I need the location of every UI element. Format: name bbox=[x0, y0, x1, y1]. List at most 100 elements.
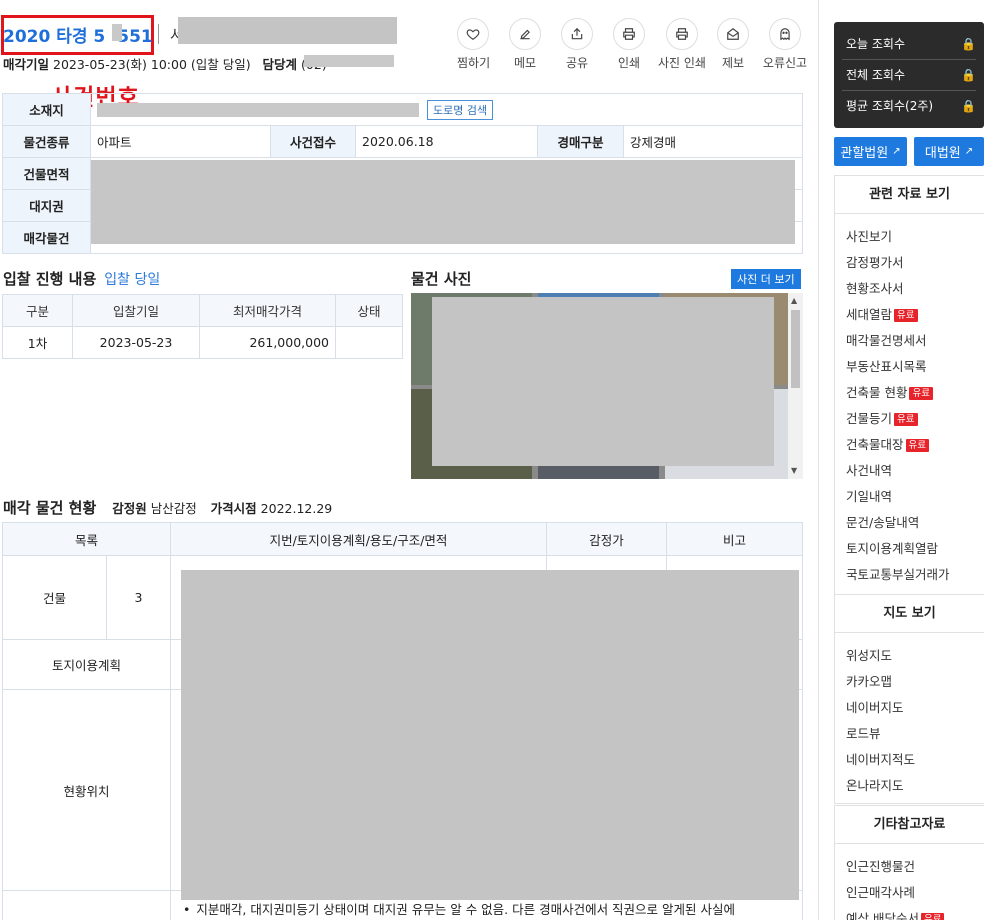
map-link[interactable]: 네이버지도 bbox=[846, 697, 904, 716]
photo-print-icon bbox=[676, 28, 688, 40]
bid-header-status: 상태 bbox=[335, 294, 403, 327]
paid-badge: 유료 bbox=[894, 413, 918, 426]
etc-link[interactable]: 인근매각사례 bbox=[846, 882, 915, 901]
sale-date-value: 2023-05-23(화) 10:00 (입찰 당일) bbox=[53, 57, 251, 72]
sale-section-header: 매각 물건 현황 감정원 남산감정 가격시점 2022.12.29 bbox=[3, 499, 333, 517]
stat-total[interactable]: 전체 조회수 🔒 bbox=[846, 66, 976, 83]
related-link[interactable]: 현황조사서 bbox=[846, 278, 904, 297]
lock-icon: 🔒 bbox=[961, 67, 976, 82]
main-content: 2020 타경 5 551 서 매각기일 2023-05-23(화) 10:00 … bbox=[0, 0, 818, 920]
scroll-up-icon[interactable]: ▲ bbox=[791, 296, 797, 305]
title-separator bbox=[158, 24, 159, 44]
redacted-case-digit bbox=[112, 24, 122, 41]
road-name-search-button[interactable]: 도로명 검색 bbox=[426, 99, 494, 120]
case-number[interactable]: 2020 타경 5 551 bbox=[3, 22, 153, 47]
memo-button[interactable]: 메모 bbox=[509, 18, 541, 71]
report-button[interactable]: 제보 bbox=[717, 18, 749, 71]
more-photos-button[interactable]: 사진 더 보기 bbox=[731, 269, 801, 289]
favorite-button[interactable]: 찜하기 bbox=[457, 18, 490, 71]
address-cell: 도로명 검색 bbox=[90, 93, 803, 126]
photo-print-button[interactable]: 사진 인쇄 bbox=[650, 18, 714, 71]
stat-average[interactable]: 평균 조회수(2주) 🔒 bbox=[846, 97, 976, 114]
share-icon bbox=[571, 27, 583, 40]
map-link[interactable]: 로드뷰 bbox=[846, 723, 881, 742]
jurisdiction-court-button[interactable]: 관할법원 ↗ bbox=[834, 137, 907, 166]
auction-kind-label: 경매구분 bbox=[537, 125, 624, 158]
related-link[interactable]: 기일내역 bbox=[846, 486, 892, 505]
external-link-icon: ↗ bbox=[892, 146, 901, 157]
error-report-button[interactable]: 오류신고 bbox=[758, 18, 812, 71]
related-link[interactable]: 사건내역 bbox=[846, 460, 892, 479]
etc-link[interactable]: 인근진행물건 bbox=[846, 856, 915, 875]
related-link[interactable]: 건축물대장 유료 bbox=[846, 434, 929, 453]
photo-scroll-thumb[interactable] bbox=[791, 310, 800, 388]
sale-section-title: 매각 물건 현황 bbox=[3, 499, 97, 517]
redacted-info bbox=[91, 160, 795, 244]
table-row: 1차 2023-05-23 261,000,000 bbox=[2, 326, 403, 359]
related-link[interactable]: 건물등기 유료 bbox=[846, 408, 918, 427]
redacted-title bbox=[178, 17, 397, 44]
etc-title: 기타참고자료 bbox=[835, 806, 984, 844]
redacted-address bbox=[97, 102, 419, 117]
sale-note: 지분매각, 대지권미등기 상태이며 대지권 유무는 알 수 없음. 다른 경매사… bbox=[183, 899, 798, 918]
photo-section-title: 물건 사진 bbox=[411, 270, 472, 288]
type-value: 아파트 bbox=[90, 125, 271, 158]
related-link[interactable]: 사진보기 bbox=[846, 226, 892, 245]
share-button[interactable]: 공유 bbox=[561, 18, 593, 71]
map-title: 지도 보기 bbox=[835, 595, 984, 633]
sale-items-label: 매각물건 bbox=[2, 221, 91, 254]
building-area-label: 건물면적 bbox=[2, 157, 91, 190]
stat-today[interactable]: 오늘 조회수 🔒 bbox=[846, 35, 976, 52]
received-label: 사건접수 bbox=[270, 125, 356, 158]
print-icon bbox=[623, 28, 635, 40]
view-stats-panel: 오늘 조회수 🔒 전체 조회수 🔒 평균 조회수(2주) 🔒 bbox=[834, 22, 984, 128]
paid-badge: 유료 bbox=[920, 913, 945, 920]
type-label: 물건종류 bbox=[2, 125, 91, 158]
action-toolbar: 찜하기 메모 공유 인쇄 사진 인쇄 제보 오류신고 bbox=[452, 18, 818, 74]
paid-badge: 유료 bbox=[894, 309, 918, 322]
sidebar-divider bbox=[818, 0, 819, 920]
bid-header-price: 최저매각가격 bbox=[199, 294, 336, 327]
appraiser-value: 남산감정 bbox=[150, 501, 197, 516]
etc-link[interactable]: 예상 배당순서 유료 bbox=[846, 908, 945, 920]
paid-badge: 유료 bbox=[905, 439, 929, 452]
map-link[interactable]: 위성지도 bbox=[846, 645, 892, 664]
supreme-court-button[interactable]: 대법원 ↗ bbox=[914, 137, 984, 166]
received-value: 2020.06.18 bbox=[355, 125, 538, 158]
ghost-icon bbox=[780, 28, 790, 41]
map-link[interactable]: 카카오맵 bbox=[846, 671, 892, 690]
external-link-icon: ↗ bbox=[964, 146, 974, 157]
related-link[interactable]: 국토교통부실거래가 bbox=[846, 564, 950, 583]
heart-icon bbox=[466, 29, 480, 40]
map-link[interactable]: 온나라지도 bbox=[846, 775, 904, 794]
redacted-sale-details bbox=[181, 570, 799, 900]
print-button[interactable]: 인쇄 bbox=[613, 18, 645, 71]
bid-section-title: 입찰 진행 내용 입찰 당일 bbox=[3, 270, 161, 288]
bid-header-date: 입찰기일 bbox=[72, 294, 200, 327]
bid-table: 구분 입찰기일 최저매각가격 상태 1차 2023-05-23 261,000,… bbox=[2, 294, 403, 359]
related-link[interactable]: 세대열람 유료 bbox=[846, 304, 918, 323]
redacted-phone bbox=[304, 55, 394, 67]
related-docs-title: 관련 자료 보기 bbox=[835, 176, 984, 214]
related-link[interactable]: 토지이용계획열람 bbox=[846, 538, 938, 557]
related-link[interactable]: 문건/송달내역 bbox=[846, 512, 919, 531]
related-link[interactable]: 매각물건명세서 bbox=[846, 330, 927, 349]
related-link[interactable]: 건축물 현황 유료 bbox=[846, 382, 933, 401]
bid-status-link[interactable]: 입찰 당일 bbox=[104, 272, 160, 288]
sale-date-line: 매각기일 2023-05-23(화) 10:00 (입찰 당일) 담당계 (02… bbox=[3, 54, 327, 73]
redacted-photos bbox=[432, 297, 774, 466]
address-label: 소재지 bbox=[2, 93, 91, 126]
sale-date-label: 매각기일 bbox=[3, 57, 50, 72]
scroll-down-icon[interactable]: ▼ bbox=[791, 466, 797, 475]
map-link[interactable]: 네이버지적도 bbox=[846, 749, 915, 768]
bid-header-round: 구분 bbox=[2, 294, 73, 327]
lock-icon: 🔒 bbox=[961, 36, 976, 51]
paid-badge: 유료 bbox=[909, 387, 933, 400]
related-link[interactable]: 감정평가서 bbox=[846, 252, 904, 271]
lock-icon: 🔒 bbox=[961, 98, 976, 113]
report-mail-icon bbox=[727, 28, 739, 40]
price-date-value: 2022.12.29 bbox=[260, 501, 333, 516]
auction-kind-value: 강제경매 bbox=[623, 125, 803, 158]
related-link[interactable]: 부동산표시목록 bbox=[846, 356, 927, 375]
memo-icon bbox=[520, 29, 530, 40]
